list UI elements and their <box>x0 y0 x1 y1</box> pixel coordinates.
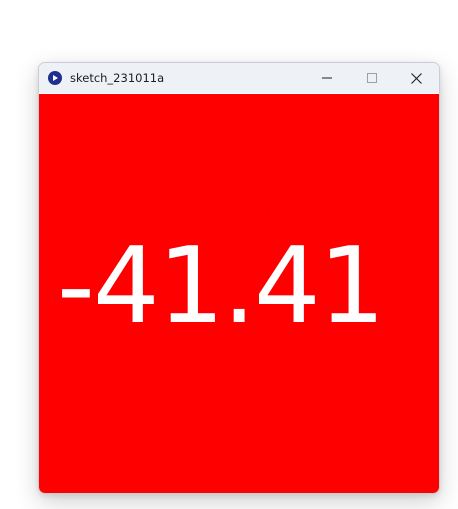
window-controls <box>304 63 439 93</box>
maximize-icon <box>366 73 377 83</box>
play-icon <box>53 75 58 81</box>
processing-app-icon <box>48 71 62 85</box>
close-icon <box>411 72 422 84</box>
canvas-dot <box>268 210 270 212</box>
minimize-button[interactable] <box>304 63 349 93</box>
sketch-canvas[interactable]: -41.41 <box>39 94 439 493</box>
window-title: sketch_231011a <box>70 71 165 85</box>
close-button[interactable] <box>394 63 439 93</box>
app-window: sketch_231011a -41.41 <box>38 62 440 494</box>
title-bar[interactable]: sketch_231011a <box>39 63 439 93</box>
minimize-icon <box>321 77 332 79</box>
value-readout: -41.41 <box>57 225 385 347</box>
maximize-button[interactable] <box>349 63 394 93</box>
